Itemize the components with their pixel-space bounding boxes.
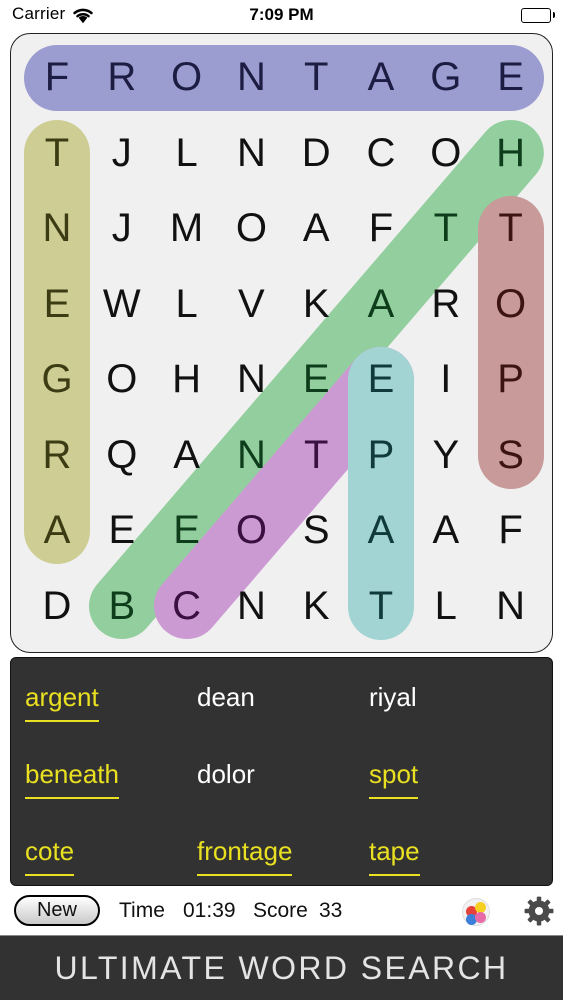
grid-cell[interactable]: E (153, 493, 221, 568)
grid-cell[interactable]: Q (88, 418, 156, 493)
grid-cell[interactable]: G (23, 342, 91, 417)
grid-cell[interactable]: C (153, 569, 221, 644)
grid-cell[interactable]: H (477, 116, 545, 191)
grid-cell[interactable]: C (347, 116, 415, 191)
app-banner: ULTIMATE WORD SEARCH (0, 936, 563, 1000)
grid-cell[interactable]: R (88, 40, 156, 115)
grid-cell[interactable]: E (477, 40, 545, 115)
grid-cell[interactable]: S (477, 418, 545, 493)
grid-cell[interactable]: A (412, 493, 480, 568)
word-list-item[interactable]: beneath (25, 759, 119, 799)
score-value: 33 (319, 899, 343, 922)
grid-cell[interactable]: S (282, 493, 350, 568)
grid-cell[interactable]: E (347, 342, 415, 417)
grid-cell[interactable]: N (477, 569, 545, 644)
grid-cell[interactable]: N (217, 342, 285, 417)
new-game-button[interactable]: New (14, 895, 100, 926)
grid-cell[interactable]: T (347, 569, 415, 644)
grid-cell[interactable]: T (282, 40, 350, 115)
grid-cell[interactable]: O (153, 40, 221, 115)
score-label: Score (253, 899, 308, 922)
grid-cell[interactable]: K (282, 569, 350, 644)
grid-cell[interactable]: F (23, 40, 91, 115)
grid-cell[interactable]: N (217, 116, 285, 191)
grid-cell[interactable]: O (412, 116, 480, 191)
letter-layer: FRONTAGETJLNDCOHNJMOAFTTEWLVKAROGOHNEEIP… (11, 34, 552, 652)
grid-cell[interactable]: D (23, 569, 91, 644)
grid-cell[interactable]: N (217, 418, 285, 493)
word-list-item[interactable]: argent (25, 682, 99, 722)
grid-cell[interactable]: B (88, 569, 156, 644)
app-title: ULTIMATE WORD SEARCH (54, 949, 509, 986)
word-list-panel: argent dean riyal beneath dolor spot cote front… (10, 657, 553, 886)
grid-cell[interactable]: L (412, 569, 480, 644)
grid-cell[interactable]: J (88, 116, 156, 191)
grid-cell[interactable]: I (412, 342, 480, 417)
grid-cell[interactable]: T (23, 116, 91, 191)
grid-cell[interactable]: E (282, 342, 350, 417)
grid-cell[interactable]: A (347, 40, 415, 115)
time-value: 01:39 (183, 899, 236, 922)
grid-cell[interactable]: A (347, 493, 415, 568)
word-search-grid[interactable]: FRONTAGETJLNDCOHNJMOAFTTEWLVKAROGOHNEEIP… (10, 33, 553, 653)
grid-cell[interactable]: L (153, 116, 221, 191)
toolbar: New Time 01:39 Score 33 (0, 888, 563, 936)
grid-cell[interactable]: A (153, 418, 221, 493)
grid-cell[interactable]: N (217, 40, 285, 115)
word-list-item[interactable]: frontage (197, 836, 293, 876)
word-list-item[interactable]: riyal (369, 682, 417, 713)
grid-cell[interactable]: F (347, 191, 415, 266)
word-list-item[interactable]: spot (369, 759, 419, 799)
grid-cell[interactable]: E (23, 267, 91, 342)
word-list-item[interactable]: tape (369, 836, 420, 876)
grid-cell[interactable]: N (217, 569, 285, 644)
grid-cell[interactable]: J (88, 191, 156, 266)
grid-cell[interactable]: F (477, 493, 545, 568)
grid-cell[interactable]: O (217, 493, 285, 568)
grid-cell[interactable]: R (23, 418, 91, 493)
grid-cell[interactable]: R (412, 267, 480, 342)
grid-cell[interactable]: A (282, 191, 350, 266)
grid-cell[interactable]: G (412, 40, 480, 115)
status-time: 7:09 PM (249, 5, 314, 24)
grid-cell[interactable]: H (153, 342, 221, 417)
battery-icon (521, 8, 551, 23)
color-palette-icon[interactable] (462, 898, 490, 926)
status-bar: Carrier 7:09 PM (0, 0, 563, 32)
grid-cell[interactable]: M (153, 191, 221, 266)
grid-cell[interactable]: Y (412, 418, 480, 493)
grid-cell[interactable]: P (477, 342, 545, 417)
time-label: Time (119, 899, 165, 922)
grid-cell[interactable]: P (347, 418, 415, 493)
grid-cell[interactable]: L (153, 267, 221, 342)
word-list-item[interactable]: dolor (197, 759, 255, 790)
grid-cell[interactable]: W (88, 267, 156, 342)
word-list-item[interactable]: cote (25, 836, 75, 876)
grid-cell[interactable]: V (217, 267, 285, 342)
grid-cell[interactable]: O (88, 342, 156, 417)
word-list-item[interactable]: dean (197, 682, 255, 713)
grid-cell[interactable]: K (282, 267, 350, 342)
grid-cell[interactable]: O (477, 267, 545, 342)
grid-cell[interactable]: A (23, 493, 91, 568)
grid-cell[interactable]: T (477, 191, 545, 266)
grid-cell[interactable]: O (217, 191, 285, 266)
grid-cell[interactable]: N (23, 191, 91, 266)
grid-cell[interactable]: E (88, 493, 156, 568)
grid-cell[interactable]: D (282, 116, 350, 191)
grid-cell[interactable]: A (347, 267, 415, 342)
gear-icon[interactable] (524, 896, 554, 931)
grid-cell[interactable]: T (282, 418, 350, 493)
grid-cell[interactable]: T (412, 191, 480, 266)
battery-tip-icon (552, 12, 555, 18)
